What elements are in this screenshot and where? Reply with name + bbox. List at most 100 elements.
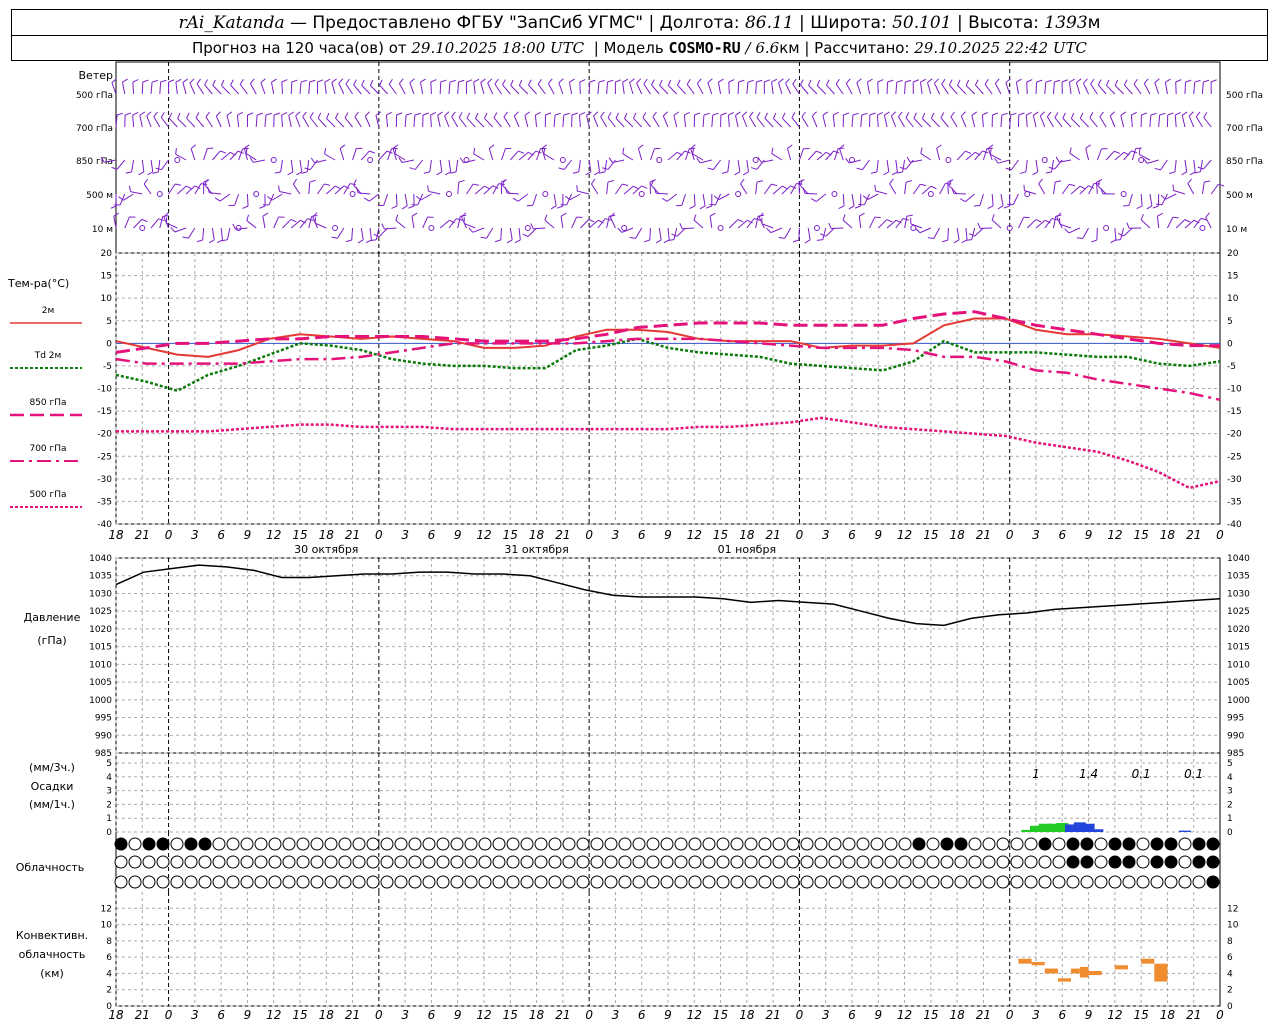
- wind-barb: [652, 116, 660, 128]
- wind-barb: [361, 85, 371, 95]
- temp-series-line: [115, 337, 1221, 393]
- wind-barb: [402, 159, 415, 164]
- cloud-cover-symbol: [744, 875, 758, 889]
- wind-barb: [439, 159, 443, 172]
- cloud-cover-symbol: [394, 837, 408, 851]
- wind-barb-flag: [226, 111, 233, 116]
- wind-barb: [749, 116, 757, 128]
- y-tick-label-right: 12: [1227, 904, 1238, 914]
- y-tick-label-right: -15: [1227, 407, 1242, 417]
- wind-barb: [1035, 81, 1038, 95]
- wind-barb-flag: [1204, 180, 1211, 183]
- wind-barb-flag: [513, 111, 519, 117]
- cloud-cover-symbol: [534, 875, 548, 889]
- wind-barb-flag: [734, 171, 741, 176]
- wind-barb: [991, 219, 1002, 229]
- y-tick-label: 1010: [89, 660, 112, 670]
- wind-barb: [580, 219, 590, 229]
- cloud-cover-symbol: [212, 837, 226, 851]
- wind-barb-flag: [792, 78, 797, 85]
- wind-barb-flag: [1184, 219, 1191, 223]
- legend-label: 700 гПа: [29, 444, 66, 454]
- wind-barb-flag: [205, 111, 210, 118]
- wind-barb-flag: [1123, 79, 1128, 86]
- wind-barb: [534, 115, 538, 128]
- wind-barb-flag: [869, 112, 876, 116]
- wind-barb-flag: [528, 79, 532, 86]
- wind-barb: [317, 183, 325, 195]
- cloud-cover-symbol: [142, 875, 156, 889]
- wind-barb-flag: [392, 144, 399, 149]
- wind-barb-flag: [615, 79, 622, 83]
- wind-calm-mark: [1041, 157, 1048, 163]
- x-tick-label: 3: [191, 1008, 199, 1022]
- wind-barb-flag: [862, 195, 868, 200]
- wind-barb: [146, 115, 152, 128]
- wind-barb-flag: [913, 79, 919, 83]
- wind-barb: [785, 82, 792, 95]
- cloud-cover-symbol: [324, 875, 338, 889]
- wind-barb-flag: [877, 79, 884, 83]
- wind-barb: [466, 117, 476, 128]
- wind-barb-flag: [984, 78, 989, 85]
- wind-barb-flag: [662, 111, 668, 117]
- wind-barb: [933, 82, 941, 95]
- wind-barb: [947, 181, 949, 195]
- cloud-cover-symbol: [632, 837, 646, 851]
- wind-barb-flag: [854, 205, 861, 209]
- cloud-cover-symbol: [506, 837, 520, 851]
- wind-barb-flag: [622, 78, 629, 83]
- wind-barb: [904, 182, 907, 195]
- wind-barb: [1090, 83, 1098, 95]
- cloud-cover-symbol: [814, 875, 828, 889]
- wind-barb: [693, 193, 696, 207]
- cloud-cover-symbol: [856, 875, 870, 889]
- wind-barb: [451, 116, 459, 128]
- wind-barb-flag: [361, 79, 365, 86]
- wind-barb: [324, 82, 327, 95]
- wind-barb: [1075, 82, 1081, 95]
- cloud-cover-symbol: [198, 855, 212, 869]
- precip-axis-unit3h: (мм/3ч.): [29, 761, 75, 774]
- wind-barb-flag: [1045, 79, 1052, 83]
- cloud-cover-symbol: [674, 855, 688, 869]
- cloud-cover-symbol: [268, 875, 282, 889]
- wind-barb-flag: [636, 78, 642, 84]
- wind-barb: [1193, 159, 1196, 172]
- wind-barb: [755, 182, 758, 195]
- wind-calm-mark: [1120, 191, 1127, 197]
- wind-barb: [404, 114, 407, 128]
- wind-barb: [430, 81, 432, 95]
- x-tick-label: 6: [428, 1008, 436, 1022]
- wind-barb: [711, 114, 714, 128]
- cloud-cover-symbol: [520, 837, 534, 851]
- x-tick-label: 15: [503, 1008, 518, 1022]
- wind-barb-flag: [1117, 232, 1124, 237]
- wind-barb-flag: [309, 179, 316, 183]
- wind-barb-flag: [816, 79, 821, 86]
- wind-barb-flag: [427, 185, 429, 192]
- cloud-cover-symbol: [1108, 875, 1122, 889]
- wind-barb: [624, 118, 634, 128]
- cloud-cover-symbol: [408, 837, 422, 851]
- wind-barb: [807, 227, 811, 240]
- wind-barb: [517, 193, 529, 202]
- y-tick-label: 1025: [89, 607, 112, 617]
- wind-barb: [832, 115, 835, 128]
- cloud-cover-symbol: [1136, 875, 1150, 889]
- wind-barb: [168, 117, 178, 128]
- cloud-cover-symbol: [940, 875, 954, 889]
- wind-barb-flag: [709, 212, 716, 217]
- wind-barb: [253, 159, 266, 163]
- wind-barb: [1164, 82, 1168, 95]
- wind-barb-flag: [991, 214, 995, 221]
- wind-barb: [270, 82, 275, 95]
- precip-total-label: 0.1: [1184, 767, 1203, 781]
- wind-barb: [279, 191, 292, 195]
- x-tick-label: 0: [375, 528, 383, 542]
- wind-barb: [792, 83, 800, 95]
- wind-barb-flag: [339, 144, 346, 149]
- wind-barb-flag: [345, 239, 352, 243]
- x-tick-label: 6: [1058, 528, 1066, 542]
- wind-barb-flag: [989, 148, 992, 155]
